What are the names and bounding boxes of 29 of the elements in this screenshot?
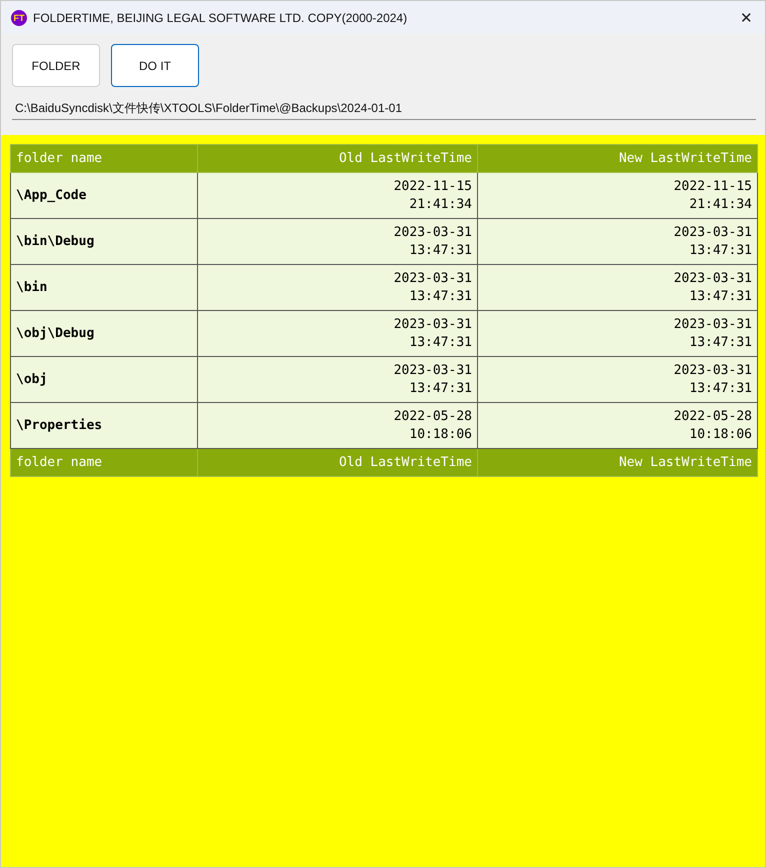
table-cell: 2022-11-15 21:41:34	[478, 172, 758, 218]
column-header: Old LastWriteTime	[198, 144, 478, 172]
action-button[interactable]: DO IT	[111, 44, 199, 87]
table-cell: 2023-03-31 13:47:31	[198, 264, 478, 310]
table-cell: 2023-03-31 13:47:31	[478, 310, 758, 356]
column-footer: Old LastWriteTime	[198, 448, 478, 476]
table-cell: \obj\Debug	[10, 310, 198, 356]
window-title: FOLDERTIME, BEIJING LEGAL SOFTWARE LTD. COPY(2000-2024)	[33, 10, 408, 24]
action-button[interactable]: FOLDER	[12, 44, 100, 87]
column-header: folder name	[10, 144, 198, 172]
table-cell: 2023-03-31 13:47:31	[198, 310, 478, 356]
table-cell: 2023-03-31 13:47:31	[478, 218, 758, 264]
table-cell: \bin\Debug	[10, 218, 198, 264]
table-cell: 2023-03-31 13:47:31	[198, 356, 478, 402]
table-cell: \App_Code	[10, 172, 198, 218]
table-cell: \bin	[10, 264, 198, 310]
table-cell: \Properties	[10, 402, 198, 448]
table-cell: 2023-03-31 13:47:31	[478, 264, 758, 310]
table-cell: 2022-05-28 10:18:06	[478, 402, 758, 448]
close-button[interactable]: ✕	[738, 8, 755, 26]
app-logo: FT	[11, 10, 27, 26]
table-cell: 2022-11-15 21:41:34	[198, 172, 478, 218]
column-footer: folder name	[10, 448, 198, 476]
table-cell: 2023-03-31 13:47:31	[478, 356, 758, 402]
table-cell: 2023-03-31 13:47:31	[198, 218, 478, 264]
table-cell: \obj	[10, 356, 198, 402]
column-footer: New LastWriteTime	[478, 448, 758, 476]
table-cell: 2022-05-28 10:18:06	[198, 402, 478, 448]
column-header: New LastWriteTime	[478, 144, 758, 172]
